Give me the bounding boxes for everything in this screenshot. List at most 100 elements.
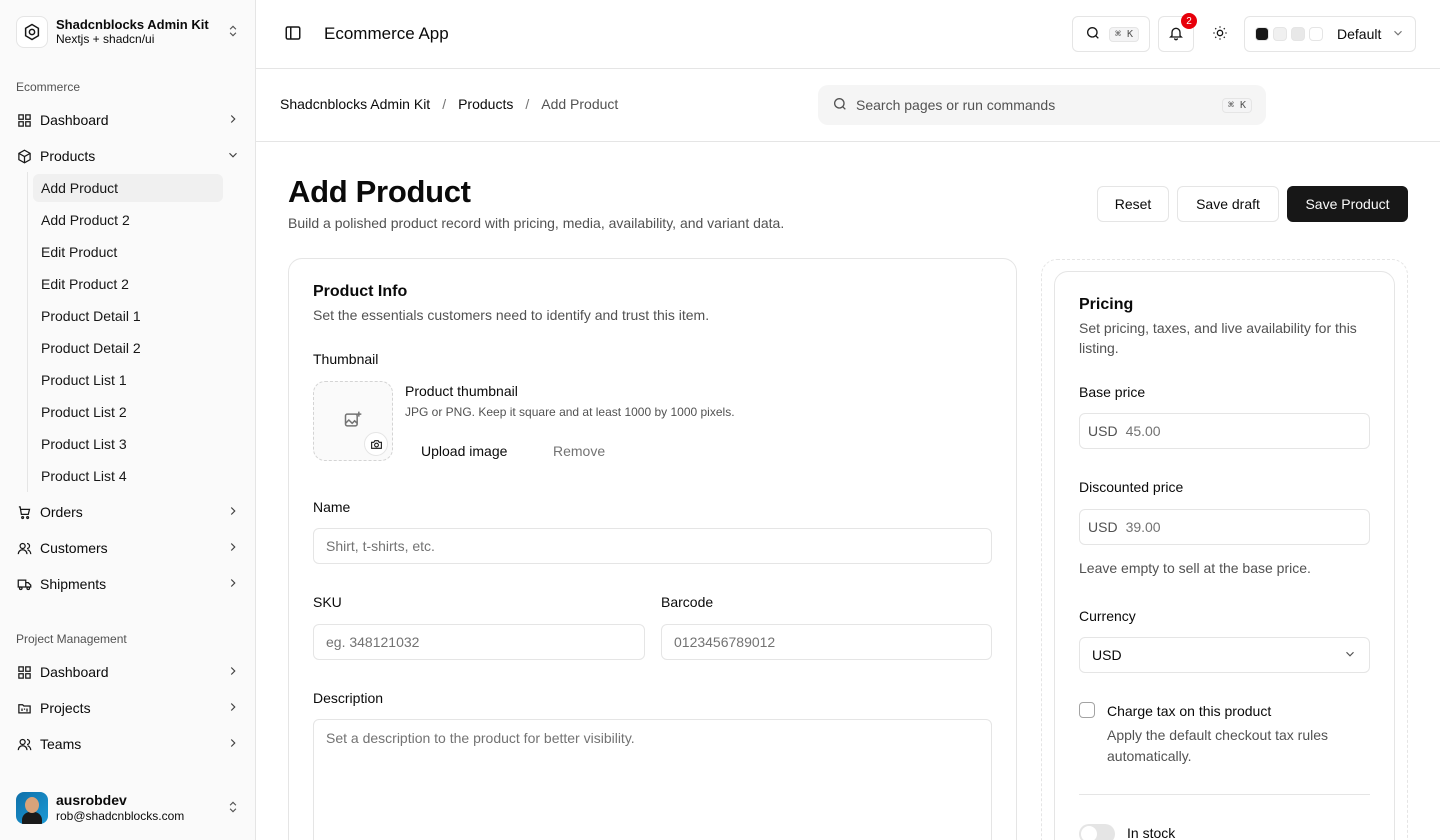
theme-swatch — [1255, 27, 1269, 41]
nav-group-ecommerce: Ecommerce — [16, 80, 81, 94]
layout-grid-icon — [16, 664, 32, 680]
sidebar-toggle-icon[interactable] — [284, 24, 308, 44]
sidebar-item-label: Dashboard — [40, 112, 109, 128]
camera-icon[interactable] — [364, 432, 388, 456]
thumbnail-dropzone[interactable] — [313, 381, 393, 461]
sidebar: Shadcnblocks Admin Kit Nextjs + shadcn/u… — [0, 0, 256, 840]
search-shortcut: ⌘ K — [1109, 26, 1140, 42]
breadcrumb-separator: / — [525, 96, 530, 112]
remove-image-button[interactable]: Remove — [553, 443, 605, 459]
theme-preset-select[interactable]: Default — [1244, 16, 1416, 52]
chevron-right-icon — [226, 504, 240, 521]
nav-group-project-management: Project Management — [16, 632, 127, 646]
save-product-button[interactable]: Save Product — [1287, 186, 1408, 222]
currency-label: Currency — [1079, 608, 1136, 624]
theme-swatch — [1309, 27, 1323, 41]
chevrons-up-down-icon — [226, 24, 240, 41]
sidebar-subitem-edit-product[interactable]: Edit Product — [33, 238, 223, 266]
sidebar-item-orders[interactable]: Orders — [8, 496, 248, 528]
command-search-input[interactable]: Search pages or run commands ⌘ K — [818, 85, 1266, 125]
sku-input[interactable]: eg. 348121032 — [313, 624, 645, 660]
folder-kanban-icon — [16, 700, 32, 716]
search-icon — [1085, 25, 1101, 44]
name-input[interactable]: Shirt, t-shirts, etc. — [313, 528, 992, 564]
sidebar-item-products[interactable]: Products — [8, 140, 248, 172]
notification-badge: 2 — [1181, 13, 1197, 29]
sidebar-item-shipments[interactable]: Shipments — [8, 568, 248, 600]
thumbnail-title: Product thumbnail — [405, 383, 518, 399]
sidebar-item-projects[interactable]: Projects — [8, 692, 248, 724]
bell-icon — [1168, 25, 1184, 44]
command-search-placeholder: Search pages or run commands — [856, 97, 1056, 113]
user-name: ausrobdev — [56, 792, 127, 808]
sidebar-subitem-product-list-1[interactable]: Product List 1 — [33, 366, 223, 394]
sidebar-item-label: Orders — [40, 504, 83, 520]
sidebar-item-label: Projects — [40, 700, 91, 716]
currency-prefix: USD — [1088, 519, 1118, 535]
description-textarea[interactable]: Set a description to the product for bet… — [313, 719, 992, 840]
sidebar-subitem-product-list-3[interactable]: Product List 3 — [33, 430, 223, 458]
sidebar-item-label: Shipments — [40, 576, 107, 592]
users-icon — [16, 540, 32, 556]
sidebar-item-label: Products — [40, 148, 96, 164]
theme-toggle-button[interactable] — [1202, 16, 1238, 52]
currency-select[interactable]: USD — [1079, 637, 1370, 673]
notifications-button[interactable]: 2 — [1158, 13, 1197, 52]
sidebar-subitem-product-detail-1[interactable]: Product Detail 1 — [33, 302, 223, 330]
in-stock-toggle[interactable] — [1079, 824, 1115, 840]
thumbnail-label: Thumbnail — [313, 351, 379, 367]
theme-swatch — [1291, 27, 1305, 41]
shopping-cart-icon — [16, 504, 32, 520]
divider — [1079, 794, 1370, 795]
team-switcher[interactable]: Shadcnblocks Admin Kit Nextjs + shadcn/u… — [8, 8, 248, 56]
sun-icon — [1212, 25, 1228, 44]
sku-label: SKU — [313, 594, 342, 610]
save-draft-button[interactable]: Save draft — [1177, 186, 1279, 222]
reset-button[interactable]: Reset — [1097, 186, 1169, 222]
description-label: Description — [313, 690, 384, 706]
discounted-price-input[interactable]: USD 39.00 — [1079, 509, 1370, 545]
charge-tax-checkbox[interactable] — [1079, 702, 1095, 718]
users-icon — [16, 736, 32, 752]
sidebar-item-label: Teams — [40, 736, 82, 752]
barcode-input[interactable]: 0123456789012 — [661, 624, 992, 660]
top-header: Ecommerce App ⌘ K 2 Default — [256, 0, 1440, 69]
sidebar-item-label: Customers — [40, 540, 108, 556]
page-title: Add Product — [288, 174, 471, 209]
charge-tax-label: Charge tax on this product — [1107, 703, 1272, 719]
sidebar-subitem-add-product[interactable]: Add Product — [33, 174, 223, 202]
charge-tax-hint: Apply the default checkout tax rules aut… — [1107, 727, 1329, 764]
thumbnail-hint: JPG or PNG. Keep it square and at least … — [405, 405, 735, 419]
chevron-right-icon — [226, 700, 240, 717]
sidebar-subitem-add-product-2[interactable]: Add Product 2 — [33, 206, 223, 234]
sidebar-item-dashboard[interactable]: Dashboard — [8, 104, 248, 136]
chevron-down-icon — [1391, 26, 1405, 43]
chevron-down-icon — [226, 148, 240, 165]
sidebar-subitem-product-list-4[interactable]: Product List 4 — [33, 462, 223, 490]
sidebar-item-pm-dashboard[interactable]: Dashboard — [8, 656, 248, 688]
base-price-label: Base price — [1079, 384, 1146, 400]
chevron-right-icon — [226, 112, 240, 129]
discounted-price-value: 39.00 — [1125, 519, 1161, 535]
sidebar-subitem-product-list-2[interactable]: Product List 2 — [33, 398, 223, 426]
base-price-input[interactable]: USD 45.00 — [1079, 413, 1370, 449]
header-search-button[interactable]: ⌘ K — [1072, 16, 1150, 52]
breadcrumb-root[interactable]: Shadcnblocks Admin Kit — [280, 96, 430, 112]
sidebar-item-label: Dashboard — [40, 664, 109, 680]
sidebar-item-teams[interactable]: Teams — [8, 728, 248, 760]
sidebar-subitem-product-detail-2[interactable]: Product Detail 2 — [33, 334, 223, 362]
breadcrumb-products[interactable]: Products — [458, 96, 513, 112]
avatar — [16, 792, 48, 824]
upload-image-button[interactable]: Upload image — [421, 443, 507, 459]
brand-subtitle: Nextjs + shadcn/ui — [56, 32, 155, 46]
user-menu[interactable]: ausrobdev rob@shadcnblocks.com — [8, 784, 248, 832]
currency-prefix: USD — [1088, 423, 1118, 439]
currency-value: USD — [1092, 647, 1122, 663]
image-plus-icon — [343, 410, 363, 433]
theme-label: Default — [1337, 26, 1382, 42]
sidebar-item-customers[interactable]: Customers — [8, 532, 248, 564]
chevron-right-icon — [226, 576, 240, 593]
discounted-price-label: Discounted price — [1079, 479, 1184, 495]
breadcrumb-current: Add Product — [541, 96, 619, 112]
sidebar-subitem-edit-product-2[interactable]: Edit Product 2 — [33, 270, 223, 298]
